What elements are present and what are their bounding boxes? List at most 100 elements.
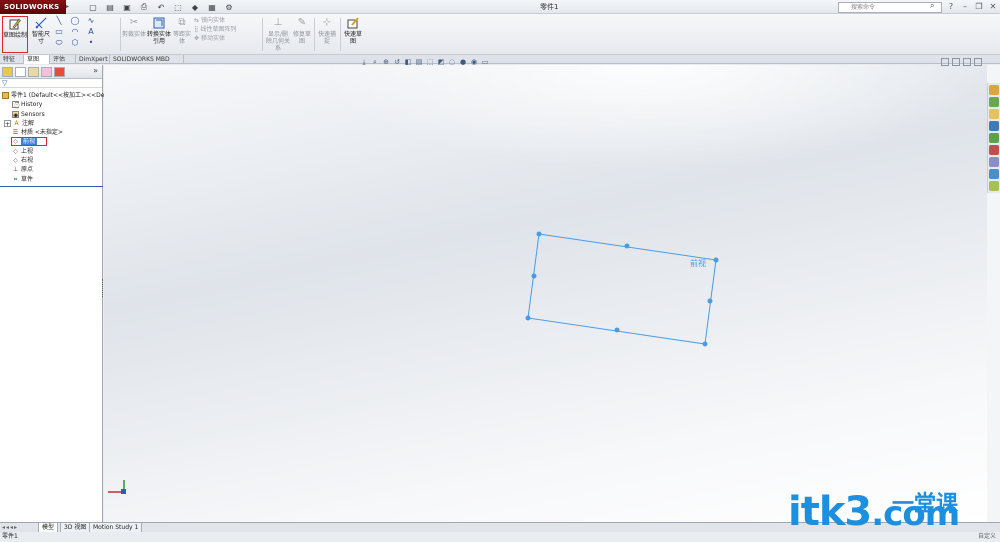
rapid-sketch-button[interactable]: 快速草图: [342, 16, 364, 45]
property-manager-tab-icon[interactable]: [15, 67, 26, 77]
undo-icon[interactable]: ↶: [154, 1, 168, 13]
toolbox-icon[interactable]: [989, 181, 999, 191]
apply-scene-icon[interactable]: ◉: [470, 58, 478, 66]
open-folder-icon[interactable]: ▤: [103, 1, 117, 13]
rectangle-icon[interactable]: ▭: [52, 27, 66, 36]
tree-item-sensors[interactable]: ◉ Sensors: [0, 110, 102, 119]
rollback-bar[interactable]: [0, 186, 103, 187]
tree-item-right-plane[interactable]: ◇ 右视: [0, 156, 102, 165]
point-icon[interactable]: •: [84, 38, 98, 47]
annotations-icon: A: [14, 119, 19, 127]
arc-icon[interactable]: ◠: [68, 27, 82, 36]
feature-tree-tab-icon[interactable]: [2, 67, 13, 77]
file-properties-icon[interactable]: ▦: [205, 1, 219, 13]
tree-item-top-plane[interactable]: ◇ 上视: [0, 147, 102, 156]
dynamic-annotation-icon[interactable]: ▤: [415, 58, 423, 66]
search-input[interactable]: 搜索命令: [838, 2, 942, 13]
status-units[interactable]: 自定义: [978, 532, 996, 542]
zoom-area-icon[interactable]: ⌕: [371, 58, 379, 66]
zoom-icon[interactable]: ⊕: [382, 58, 390, 66]
window-controls: ? – ❐ ✕: [946, 1, 998, 12]
offset-entities-button[interactable]: ⧉ 等距实体: [172, 16, 192, 45]
tree-item-sketch[interactable]: ⌗ 草件: [0, 175, 102, 184]
tree-item-material[interactable]: ☰ 材质 <未指定>: [0, 128, 102, 137]
tree-item-origin[interactable]: ⊥ 原点: [0, 165, 102, 174]
view-settings-icon[interactable]: ▭: [481, 58, 489, 66]
tree-item-front-plane[interactable]: ◇ 前视: [0, 137, 102, 147]
viewport-minimize-icon[interactable]: [952, 58, 960, 66]
hide-show-icon[interactable]: ◌: [448, 58, 456, 66]
tab-evaluate[interactable]: 评估: [50, 55, 76, 64]
solidworks-resources-icon[interactable]: [989, 85, 999, 95]
save-icon[interactable]: ▣: [120, 1, 134, 13]
slot-icon[interactable]: ⬭: [52, 38, 66, 47]
file-explorer-icon[interactable]: [989, 109, 999, 119]
minimize-icon[interactable]: –: [960, 1, 970, 12]
line-icon[interactable]: ╲: [52, 16, 66, 25]
smart-dimension-button[interactable]: 智能尺寸: [30, 16, 52, 45]
options-icon[interactable]: ⚙: [222, 1, 236, 13]
linear-pattern-button[interactable]: ⣿ 线性草图阵列: [194, 26, 236, 33]
viewport-close-icon[interactable]: [974, 58, 982, 66]
display-relations-button[interactable]: ⊥ 显示/删除几何关系: [266, 16, 290, 52]
tab-features[interactable]: 特征: [0, 55, 24, 64]
custom-properties-icon[interactable]: [989, 157, 999, 167]
print-icon[interactable]: ⎙: [137, 1, 151, 13]
restore-icon[interactable]: ❐: [974, 1, 984, 12]
viewport-restore-icon[interactable]: [963, 58, 971, 66]
select-icon[interactable]: ⬚: [171, 1, 185, 13]
dimxpert-tab-icon[interactable]: [41, 67, 52, 77]
expand-arrows-icon[interactable]: »: [93, 66, 98, 75]
sketch-button[interactable]: 草图绘制: [2, 16, 28, 53]
spline-icon[interactable]: ∿: [84, 16, 98, 25]
tree-item-history[interactable]: ⌚History: [0, 100, 102, 109]
expand-icon[interactable]: +: [4, 119, 11, 128]
close-icon[interactable]: ✕: [988, 1, 998, 12]
tab-mbd[interactable]: SOLIDWORKS MBD: [110, 55, 184, 64]
appearances-icon[interactable]: [989, 145, 999, 155]
search-results-icon[interactable]: [989, 121, 999, 131]
tree-item-annotations[interactable]: + A 注解: [0, 119, 102, 128]
task-pane-tabs: [987, 83, 1000, 193]
rebuild-icon[interactable]: ◆: [188, 1, 202, 13]
convert-entities-icon: [152, 16, 166, 30]
display-style-icon[interactable]: ◩: [437, 58, 445, 66]
convert-entities-button[interactable]: 转换实体引用: [146, 16, 172, 45]
tab-dimxpert[interactable]: DimXpert: [76, 55, 110, 64]
view-palette-icon[interactable]: [989, 133, 999, 143]
repair-sketch-button[interactable]: ✎ 修复草图: [292, 16, 312, 45]
filter-icon[interactable]: ▽: [0, 79, 102, 88]
tree-root-part[interactable]: 零件1 (Default<<按加工><<De: [0, 91, 104, 100]
design-library-icon[interactable]: [989, 97, 999, 107]
search-icon[interactable]: ⌕: [930, 1, 934, 11]
quick-snaps-button[interactable]: ⊹ 快速捕捉: [316, 16, 338, 45]
zoom-to-fit-icon[interactable]: ⤓: [360, 58, 368, 66]
section-view-icon[interactable]: ◧: [404, 58, 412, 66]
previous-view-icon[interactable]: ↺: [393, 58, 401, 66]
plane-icon: ◇: [13, 157, 18, 165]
watermark-chinese: 一堂课: [892, 492, 959, 517]
edit-appearance-icon[interactable]: ●: [459, 58, 467, 66]
viewport-split-icon[interactable]: [941, 58, 949, 66]
polygon-icon[interactable]: ⬡: [68, 38, 82, 47]
solidworks-forum-icon[interactable]: [989, 169, 999, 179]
sketch-icon: ⌗: [13, 175, 18, 183]
status-document: 零件1: [2, 533, 18, 540]
circle-icon[interactable]: ◯: [68, 16, 82, 25]
menu-arrow-icon[interactable]: ▸: [66, 3, 74, 11]
mirror-button[interactable]: ⇆ 镜向实体: [194, 17, 236, 24]
graphics-area[interactable]: [104, 65, 987, 522]
display-manager-tab-icon[interactable]: [54, 67, 65, 77]
selection-highlight: [11, 137, 47, 147]
tab-scroll-arrows-icon[interactable]: ◂◂◂▸: [2, 524, 18, 531]
help-icon[interactable]: ?: [946, 1, 956, 12]
new-document-icon[interactable]: ▢: [86, 1, 100, 13]
configuration-manager-tab-icon[interactable]: [28, 67, 39, 77]
origin-icon: ⊥: [12, 166, 19, 174]
solidworks-logo[interactable]: SOLIDWORKS: [0, 0, 66, 14]
trim-button[interactable]: ✂ 剪裁实体: [122, 16, 146, 38]
view-orientation-icon[interactable]: ⬚: [426, 58, 434, 66]
text-icon[interactable]: A: [84, 27, 98, 36]
tab-sketch[interactable]: 草图: [24, 55, 50, 64]
move-entities-button[interactable]: ✥ 移动实体: [194, 35, 236, 42]
